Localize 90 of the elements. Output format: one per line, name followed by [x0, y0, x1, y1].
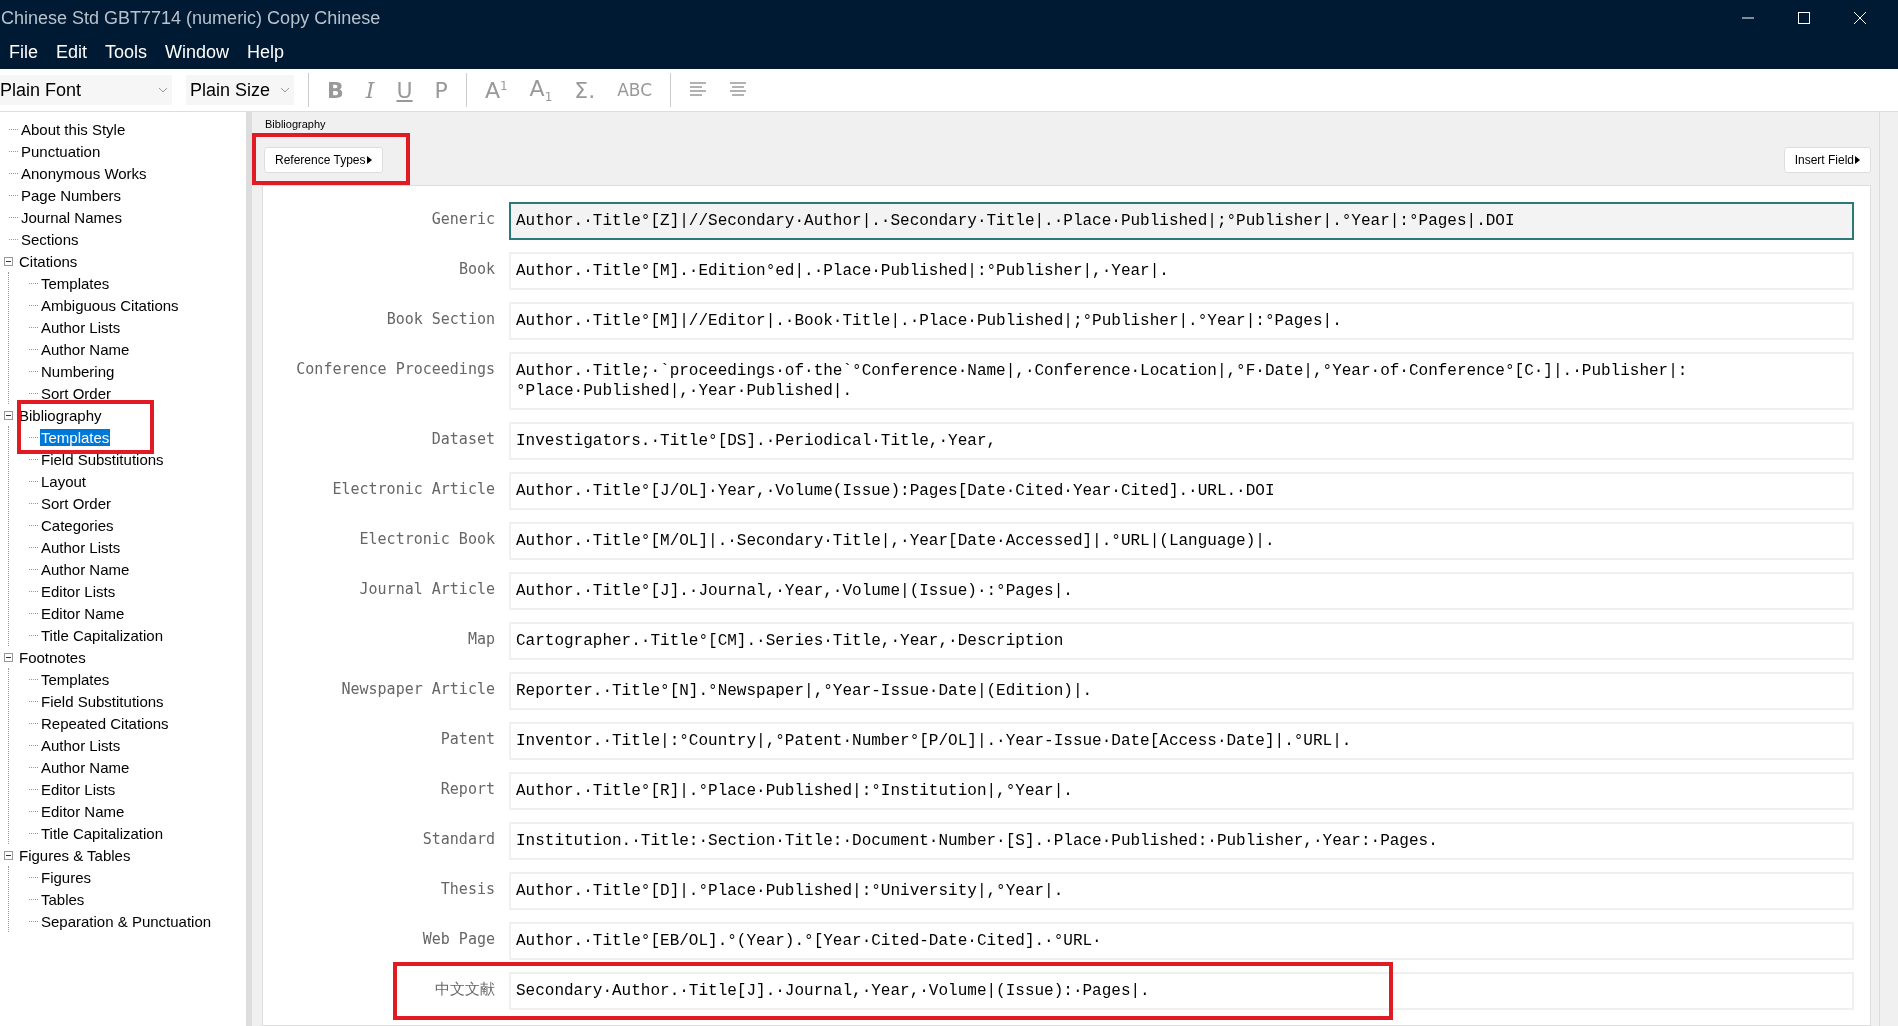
tree-item[interactable]: Anonymous Works [20, 164, 148, 182]
tree-item[interactable]: Editor Lists [40, 780, 117, 798]
template-field[interactable]: Institution.·Title:·Section·Title:·Document·Number·[S].·Place·Published:·Publisher,·Year:·Pages. [509, 822, 1854, 860]
tree-item[interactable]: Journal Names [20, 208, 123, 226]
tree-item[interactable]: Page Numbers [20, 186, 123, 204]
reference-types-button[interactable]: Reference Types [264, 147, 383, 173]
tree-item[interactable]: Field Substitutions [40, 450, 165, 468]
reference-type-label: Standard [421, 829, 495, 848]
reference-type-label: Book Section [385, 309, 495, 328]
tree-item[interactable]: Field Substitutions [40, 692, 165, 710]
menu-item[interactable]: Window [165, 42, 230, 63]
tree-item[interactable]: Sort Order [40, 494, 113, 512]
reference-type-label: Journal Article [358, 579, 495, 598]
reference-type-label: Patent [439, 729, 495, 748]
panel-title: Bibliography [265, 118, 327, 131]
tree-item[interactable]: Punctuation [20, 142, 102, 160]
tree-item[interactable]: Footnotes [18, 648, 87, 666]
tree-item[interactable]: Templates [40, 274, 111, 292]
tree-item[interactable]: Editor Lists [40, 582, 117, 600]
collapse-toggle[interactable] [4, 256, 14, 266]
menu-item[interactable]: Edit [56, 42, 88, 63]
tree-item[interactable]: Sections [20, 230, 80, 248]
menu-item[interactable]: Help [247, 42, 285, 63]
caret-icon [158, 87, 168, 93]
collapse-toggle[interactable] [4, 850, 14, 860]
menu-item[interactable]: File [9, 42, 38, 63]
tree-item[interactable]: Title Capitalization [40, 824, 164, 842]
tree-item[interactable]: Title Capitalization [40, 626, 164, 644]
reference-type-label: Book [457, 259, 495, 278]
tree-item[interactable]: Categories [40, 516, 115, 534]
caret-icon [1855, 156, 1860, 164]
template-field[interactable]: Author.·Title°[M/OL]|.·Secondary·Title|,·Year[Date·Accessed]|.°URL|(Language)|. [509, 522, 1854, 560]
collapse-toggle[interactable] [4, 410, 14, 420]
tree-item[interactable]: Citations [18, 252, 79, 270]
reference-type-label: Dataset [430, 429, 495, 448]
menu-item[interactable]: Tools [105, 42, 148, 63]
tree-item[interactable]: Templates [40, 670, 111, 688]
template-field[interactable]: Cartographer.·Title°[CM].·Series·Title,·Year,·Description [509, 622, 1854, 660]
tree-item[interactable]: Tables [40, 890, 86, 908]
tree-item[interactable]: Author Name [40, 340, 131, 358]
tree-item[interactable]: Author Name [40, 560, 131, 578]
collapse-toggle[interactable] [4, 652, 14, 662]
template-field[interactable]: Inventor.·Title|:°Country|,°Patent·Number°[P/OL]|.·Year-Issue·Date[Access·Date]|.°URL|. [509, 722, 1854, 760]
template-field[interactable]: Investigators.·Title°[DS].·Periodical·Title,·Year, [509, 422, 1854, 460]
reference-type-label: Electronic Article [331, 479, 495, 498]
template-field[interactable]: Author.·Title°[EB/OL].°(Year).°[Year·Cited-Date·Cited].·°URL· [509, 922, 1854, 960]
tree-item[interactable]: Editor Name [40, 604, 126, 622]
template-field[interactable]: Author.·Title°[M]|//Editor|.·Book·Title|.·Place·Published|;°Publisher|.°Year|:°Pages|. [509, 302, 1854, 340]
tree-item[interactable]: Layout [40, 472, 88, 490]
caret-icon [280, 87, 290, 93]
tree-item[interactable]: Author Lists [40, 318, 122, 336]
tree-item[interactable]: Author Name [40, 758, 131, 776]
tree-item[interactable]: Repeated Citations [40, 714, 170, 732]
window-title: Chinese Std GBT7714 (numeric) Copy Chinese [0, 7, 381, 29]
template-field[interactable]: Secondary·Author.·Title[J].·Journal,·Year,·Volume|(Issue):·Pages|. [509, 972, 1854, 1010]
tree-item[interactable]: Figures & Tables [18, 846, 132, 864]
tree-item[interactable]: Author Lists [40, 538, 122, 556]
template-field[interactable]: Reporter.·Title°[N].°Newspaper|,°Year-Issue·Date|(Edition)|. [509, 672, 1854, 710]
reference-type-label: Map [466, 629, 495, 648]
template-field[interactable]: Author.·Title°[J/OL]·Year,·Volume(Issue):Pages[Date·Cited·Year·Cited].·URL.·DOI [509, 472, 1854, 510]
reference-type-label: 中文文献 [434, 979, 495, 999]
tree-item[interactable]: Separation & Punctuation [40, 912, 213, 930]
reference-type-label: Conference Proceedings [295, 359, 495, 378]
template-field[interactable]: Author.·Title°[Z]|//Secondary·Author|.·Secondary·Title|.·Place·Published|;°Publisher|.°Year|:°Pages|.DOI [509, 202, 1854, 240]
reference-type-label: Web Page [421, 929, 495, 948]
reference-type-label: Electronic Book [358, 529, 495, 548]
reference-type-label: Newspaper Article [340, 679, 495, 698]
reference-type-label: Report [439, 779, 495, 798]
tree-item[interactable]: Author Lists [40, 736, 122, 754]
close-icon[interactable] [1854, 12, 1866, 24]
template-field[interactable]: Author.·Title°[R]|.°Place·Published|:°Institution|,°Year|. [509, 772, 1854, 810]
tree-item[interactable]: Sort Order [40, 384, 113, 402]
template-field[interactable]: Author.·Title°[J].·Journal,·Year,·Volume|(Issue)·:°Pages|. [509, 572, 1854, 610]
insert-field-button[interactable]: Insert Field [1783, 147, 1871, 173]
tree-item[interactable]: Bibliography [18, 406, 103, 424]
font-dropdown[interactable]: Plain Font [0, 75, 172, 105]
maximize-icon[interactable] [1798, 12, 1810, 24]
reference-type-label: Generic [430, 209, 495, 228]
template-field[interactable]: Author.·Title;·`proceedings·of·the`°Conference·Name|,·Conference·Location|,°F·Date|,°Year·of·Conference°[C·]|.·Publisher|:°Place·Published|,·Year·Published|. [509, 352, 1854, 410]
tree-item[interactable]: Templates [40, 428, 111, 446]
reference-type-label: Thesis [439, 879, 495, 898]
tree-item[interactable]: Editor Name [40, 802, 126, 820]
tree-item[interactable]: About this Style [20, 120, 127, 138]
tree-item[interactable]: Numbering [40, 362, 116, 380]
size-dropdown[interactable]: Plain Size [186, 75, 294, 105]
template-field[interactable]: Author.·Title°[D]|.°Place·Published|:°University|,°Year|. [509, 872, 1854, 910]
tree-item[interactable]: Figures [40, 868, 93, 886]
tree-item[interactable]: Ambiguous Citations [40, 296, 180, 314]
template-field[interactable]: Author.·Title°[M].·Edition°ed|.·Place·Published|:°Publisher|,·Year|. [509, 252, 1854, 290]
caret-icon [366, 156, 372, 164]
